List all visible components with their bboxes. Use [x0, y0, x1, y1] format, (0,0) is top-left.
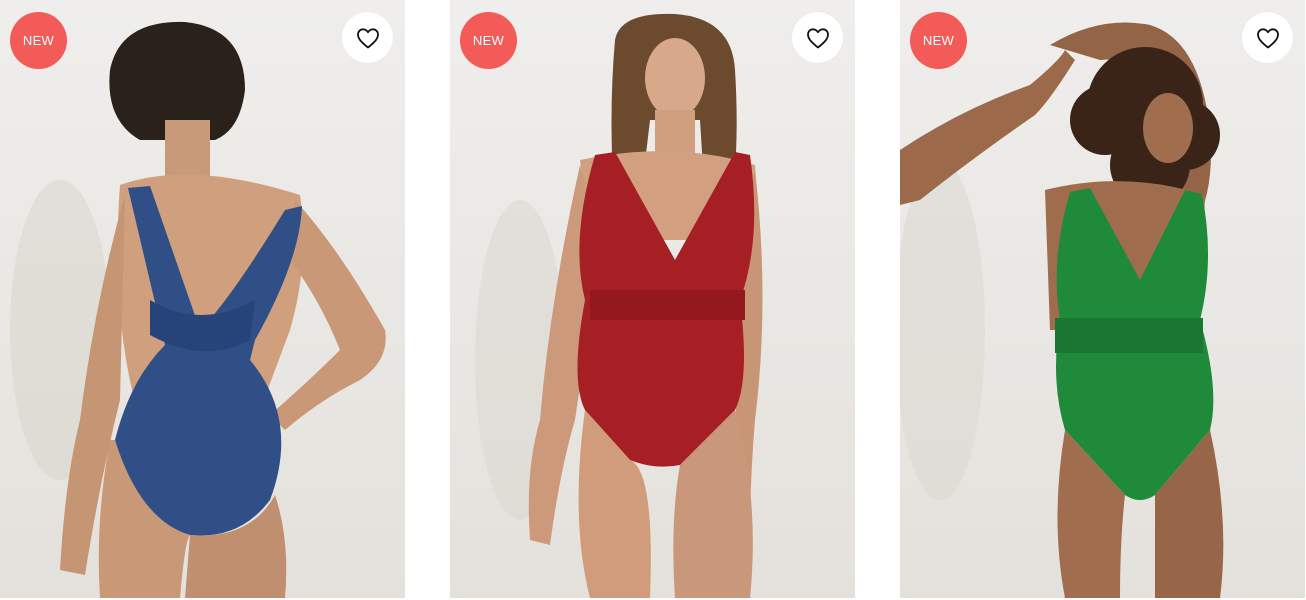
- heart-outline-icon: [1256, 27, 1279, 48]
- product-card[interactable]: NEW: [900, 0, 1305, 598]
- product-card[interactable]: NEW: [450, 0, 855, 598]
- new-badge: NEW: [910, 12, 967, 69]
- add-to-wishlist-button[interactable]: [342, 12, 393, 63]
- add-to-wishlist-button[interactable]: [1242, 12, 1293, 63]
- product-image[interactable]: [450, 0, 855, 598]
- heart-outline-icon: [806, 27, 829, 48]
- product-image[interactable]: [900, 0, 1305, 598]
- product-image[interactable]: [0, 0, 405, 598]
- new-badge: NEW: [10, 12, 67, 69]
- heart-outline-icon: [356, 27, 379, 48]
- model-red-swimsuit-illustration: [475, 13, 763, 598]
- new-badge: NEW: [460, 12, 517, 69]
- product-card[interactable]: NEW: [0, 0, 405, 598]
- add-to-wishlist-button[interactable]: [792, 12, 843, 63]
- model-green-swimsuit-illustration: [900, 22, 1224, 598]
- model-blue-swimsuit-illustration: [10, 21, 386, 598]
- product-grid: NEW NEW NEW: [0, 0, 1306, 600]
